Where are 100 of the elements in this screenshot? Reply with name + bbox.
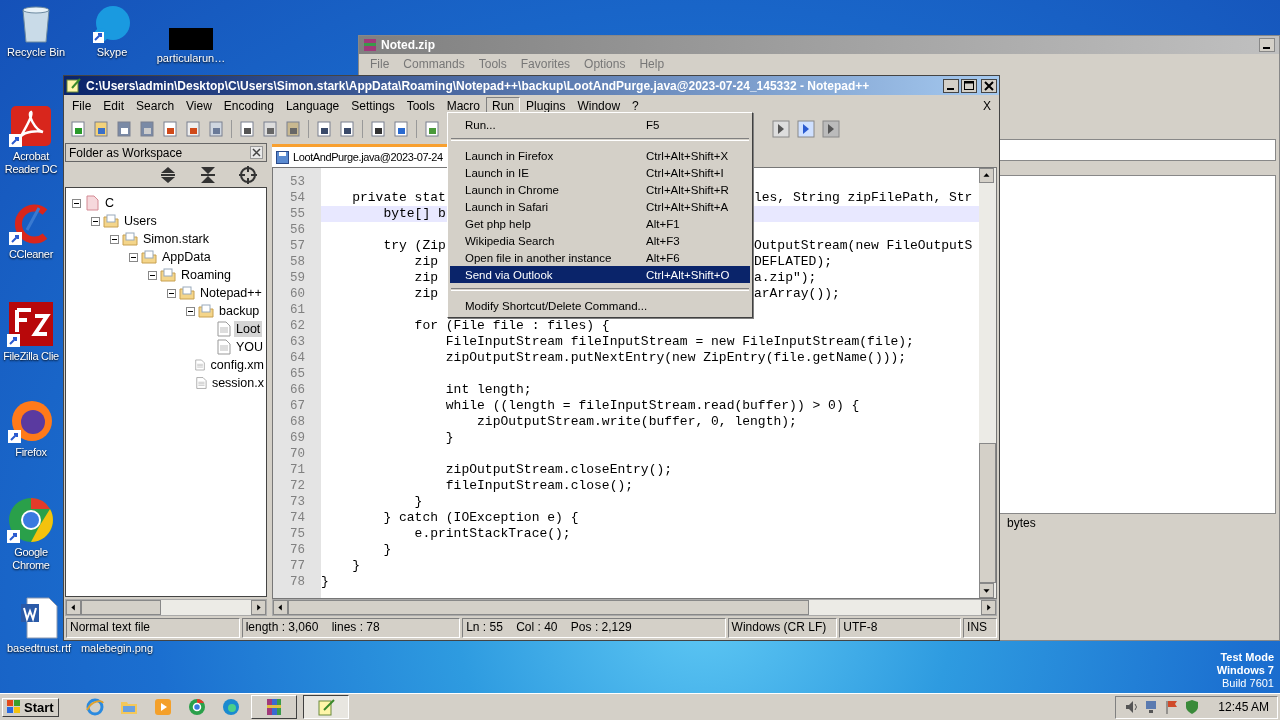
menu-item[interactable]: Language xyxy=(279,97,346,115)
close-icon[interactable] xyxy=(250,146,263,159)
close-document-button[interactable]: X xyxy=(977,99,997,113)
fast-forward-icon[interactable] xyxy=(797,120,815,138)
folder-icon xyxy=(141,249,157,265)
menu-item[interactable]: ? xyxy=(626,97,645,115)
expand-icon[interactable] xyxy=(199,166,217,184)
tree-item[interactable]: YOU xyxy=(234,339,266,355)
collapse-toggle-icon[interactable] xyxy=(110,234,119,244)
menu-item[interactable]: Encoding xyxy=(217,97,280,115)
menu-item[interactable]: Launch in Firefox Ctrl+Alt+Shift+X xyxy=(450,147,750,164)
menu-item[interactable]: Wikipedia Search Alt+F3 xyxy=(450,232,750,249)
tree-item[interactable]: config.xm xyxy=(208,357,266,373)
taskbar-button[interactable] xyxy=(302,695,349,719)
minimize-icon[interactable] xyxy=(1259,38,1275,52)
status-field: Normal text file xyxy=(66,618,240,638)
scroll-down-icon[interactable] xyxy=(979,583,994,598)
menu-item[interactable]: View xyxy=(180,97,218,115)
menu-item[interactable]: Modify Shortcut/Delete Command... xyxy=(450,297,750,314)
tree-item[interactable]: Users xyxy=(122,213,159,229)
tree-item[interactable]: Simon.stark xyxy=(141,231,211,247)
menu-item[interactable]: Plugins xyxy=(520,97,572,115)
scrollbar-thumb[interactable] xyxy=(979,443,996,583)
scroll-left-icon[interactable] xyxy=(273,600,288,615)
collapse-toggle-icon[interactable] xyxy=(91,216,100,226)
menu-item[interactable]: Launch in IE Ctrl+Alt+Shift+I xyxy=(450,164,750,181)
desktop-icon-label[interactable]: particularun… xyxy=(156,52,226,65)
collapse-toggle-icon[interactable] xyxy=(167,288,176,298)
menu-item[interactable]: Settings xyxy=(345,97,401,115)
os-notice-text: Windows 7 xyxy=(1216,664,1274,677)
tree-item[interactable]: AppData xyxy=(160,249,213,265)
scrollbar-thumb[interactable] xyxy=(81,600,161,615)
collapse-toggle-icon[interactable] xyxy=(72,198,81,208)
scroll-right-icon[interactable] xyxy=(981,600,996,615)
tree-item[interactable]: backup xyxy=(217,303,262,319)
collapse-toggle-icon[interactable] xyxy=(148,270,157,280)
code-line: zip xyxy=(413,286,439,302)
start-button[interactable]: Start xyxy=(2,697,59,717)
line-number: 68 xyxy=(289,414,306,430)
tree-item[interactable]: Roaming xyxy=(179,267,234,283)
desktop-icon-label[interactable]: FileZilla Clie xyxy=(0,350,62,363)
menu-item[interactable]: Window xyxy=(571,97,627,115)
tree-item[interactable]: session.x xyxy=(209,375,266,391)
ftp-app-icon[interactable] xyxy=(7,300,55,348)
line-number: 66 xyxy=(289,382,306,398)
menu-item[interactable]: Launch in Chrome Ctrl+Alt+Shift+R xyxy=(450,181,750,198)
desktop-icon-label[interactable]: Google Chrome xyxy=(0,546,62,572)
desktop-icon-label[interactable]: malebegin.png xyxy=(80,642,154,655)
horizontal-scrollbar[interactable] xyxy=(65,599,267,616)
line-number: 70 xyxy=(289,446,306,462)
status-field: length : 3,060 lines : 78 xyxy=(241,618,461,638)
chrome-icon[interactable] xyxy=(7,496,55,544)
crosshair-icon[interactable] xyxy=(239,166,257,184)
desktop-icon-label[interactable]: Firefox xyxy=(0,446,62,459)
file-icon xyxy=(217,339,231,355)
desktop-icon-label[interactable]: Recycle Bin xyxy=(6,46,66,59)
tree-item[interactable]: Notepad++ xyxy=(198,285,264,301)
desktop-icon-label[interactable]: Acrobat Reader DC xyxy=(0,150,62,176)
recycle-bin-icon[interactable] xyxy=(19,4,53,44)
play-icon[interactable] xyxy=(772,120,790,138)
tree-item[interactable]: C xyxy=(103,195,117,211)
skype-icon[interactable] xyxy=(92,4,132,44)
menu-item[interactable]: Edit xyxy=(97,97,131,115)
code-line: for (File file : files) { xyxy=(413,318,610,334)
maximize-icon[interactable] xyxy=(961,78,977,93)
clock[interactable]: 12:45 AM xyxy=(1218,700,1269,714)
horizontal-scrollbar[interactable] xyxy=(272,599,997,616)
menu-item[interactable]: Launch in Safari Ctrl+Alt+Shift+A xyxy=(450,198,750,215)
scroll-left-icon[interactable] xyxy=(66,600,81,615)
firefox-icon[interactable] xyxy=(8,398,54,444)
menu-item[interactable]: Run... F5 xyxy=(450,116,750,133)
scrollbar-thumb[interactable] xyxy=(288,600,809,615)
collapse-icon[interactable] xyxy=(159,166,177,184)
menu-item[interactable]: Send via Outlook Ctrl+Alt+Shift+O xyxy=(450,266,750,283)
code-line: a.zip"); xyxy=(753,270,817,286)
desktop-icon-label[interactable]: CCleaner xyxy=(0,248,62,261)
menu-item[interactable]: File xyxy=(66,97,98,115)
minimize-icon[interactable] xyxy=(943,78,959,93)
shield-icon[interactable] xyxy=(1184,699,1201,715)
menu-item[interactable]: Search xyxy=(130,97,181,115)
panel-title: Folder as Workspace xyxy=(69,145,183,160)
menu-item[interactable]: Tools xyxy=(400,97,441,115)
pdf-app-icon[interactable] xyxy=(9,104,53,148)
folder-icon xyxy=(122,231,138,247)
menu-item[interactable]: Macro xyxy=(440,97,486,115)
close-icon[interactable] xyxy=(981,78,997,93)
collapse-toggle-icon[interactable] xyxy=(129,252,138,262)
code-line: } xyxy=(413,494,423,510)
scroll-right-icon[interactable] xyxy=(251,600,266,615)
word-document-icon[interactable] xyxy=(19,596,59,640)
collapse-toggle-icon[interactable] xyxy=(186,306,195,316)
tree-item[interactable]: Loot xyxy=(234,321,263,337)
desktop-icon-label[interactable]: Skype xyxy=(96,46,128,59)
code-line: zipOutputStream.closeEntry(); xyxy=(444,462,673,478)
menu-item[interactable]: Get php help Alt+F1 xyxy=(450,215,750,232)
scroll-up-icon[interactable] xyxy=(979,168,994,183)
vertical-scrollbar[interactable] xyxy=(979,168,996,598)
document-tab[interactable]: LootAndPurge.java@2023-07-24 xyxy=(272,144,447,167)
menu-item[interactable]: Open file in another instance Alt+F6 xyxy=(450,249,750,266)
desktop-icon-label[interactable]: basedtrust.rtf xyxy=(6,642,72,655)
